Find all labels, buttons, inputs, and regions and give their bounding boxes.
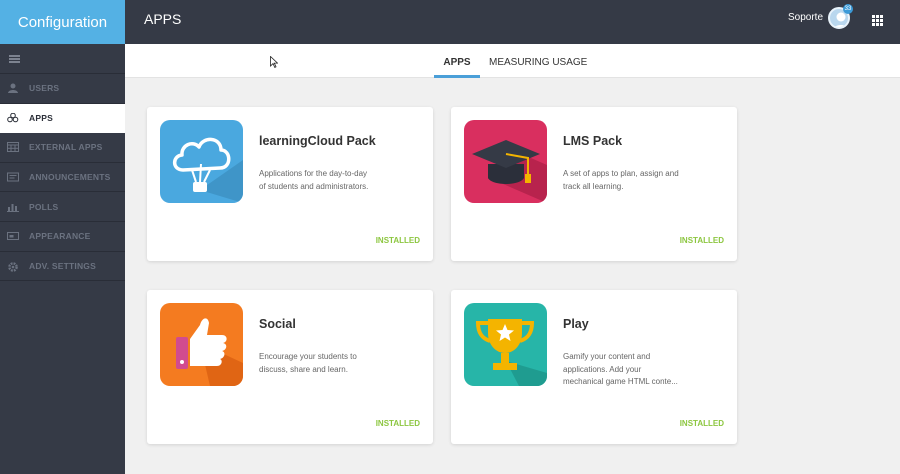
gear-icon: [7, 261, 19, 272]
sidebar-item-label: EXTERNAL APPS: [29, 142, 103, 153]
app-description: Encourage your students to discuss, share…: [259, 352, 357, 374]
cloud-balloon-icon: [160, 120, 243, 203]
sidebar-item-label: ADV. SETTINGS: [29, 260, 96, 271]
top-bar: Configuration APPS Soporte 33: [0, 0, 900, 44]
sidebar-item-polls[interactable]: POLLS: [0, 192, 125, 222]
app-description: A set of apps to plan, assign and track a…: [563, 169, 679, 191]
tab-bar: APPS MEASURING USAGE: [125, 44, 900, 78]
sidebar-item-users[interactable]: USERS: [0, 74, 125, 104]
app-title: learningCloud Pack: [259, 134, 376, 148]
sidebar-item-appearance[interactable]: APPEARANCE: [0, 222, 125, 252]
app-title: Social: [259, 317, 296, 331]
installed-status: INSTALLED: [375, 419, 420, 428]
calendar-grid-icon: [7, 142, 19, 153]
bar-chart-icon: [7, 202, 19, 212]
announcement-icon: [7, 172, 19, 182]
installed-status: INSTALLED: [375, 236, 420, 245]
sidebar-item-label: APPS: [29, 112, 53, 123]
user-icon: [7, 83, 19, 94]
app-description: Gamify your content and applications. Add…: [563, 352, 678, 386]
app-card-social[interactable]: Social Encourage your students to discuss…: [147, 290, 433, 444]
sidebar-item-label: POLLS: [29, 201, 59, 212]
tab-apps[interactable]: APPS: [434, 44, 480, 78]
app-card-play[interactable]: Play Gamify your content and applications…: [451, 290, 737, 444]
app-card-learningcloud[interactable]: learningCloud Pack Applications for the …: [147, 107, 433, 261]
brand-title[interactable]: Configuration: [0, 0, 125, 44]
appearance-icon: [7, 231, 19, 241]
sidebar-item-label: USERS: [29, 83, 60, 94]
mouse-cursor-icon: [270, 56, 278, 68]
sidebar-item-adv-settings[interactable]: ADV. SETTINGS: [0, 252, 125, 282]
sidebar-item-external-apps[interactable]: EXTERNAL APPS: [0, 133, 125, 163]
notification-badge: 33: [843, 4, 853, 14]
sidebar: USERS APPS EXTERNAL APPS ANNOUNCEMENTS P…: [0, 44, 125, 474]
menu-toggle[interactable]: [0, 44, 125, 74]
trophy-icon: [464, 303, 547, 386]
page-title: APPS: [144, 11, 182, 27]
hamburger-icon: [9, 54, 20, 63]
sidebar-item-label: ANNOUNCEMENTS: [29, 172, 111, 183]
tab-measuring-usage[interactable]: MEASURING USAGE: [489, 44, 587, 78]
app-description: Applications for the day-to-day of studen…: [259, 169, 369, 191]
thumbs-up-icon: [160, 303, 243, 386]
sidebar-item-announcements[interactable]: ANNOUNCEMENTS: [0, 163, 125, 193]
user-name[interactable]: Soporte: [788, 12, 823, 23]
apps-icon: [7, 112, 19, 123]
sidebar-item-label: APPEARANCE: [29, 231, 91, 242]
app-title: Play: [563, 317, 589, 331]
graduation-cap-icon: [464, 120, 547, 203]
app-title: LMS Pack: [563, 134, 623, 148]
sidebar-item-apps[interactable]: APPS: [0, 103, 125, 134]
installed-status: INSTALLED: [679, 419, 724, 428]
installed-status: INSTALLED: [679, 236, 724, 245]
app-launcher-icon[interactable]: [872, 15, 883, 26]
app-card-lms-pack[interactable]: LMS Pack A set of apps to plan, assign a…: [451, 107, 737, 261]
